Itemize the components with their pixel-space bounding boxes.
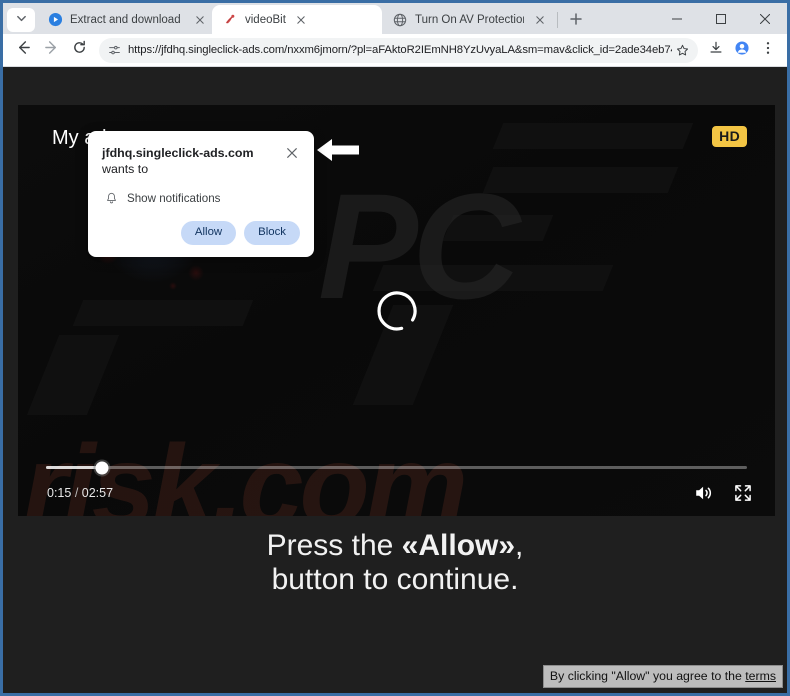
terms-bar: By clicking "Allow" you agree to the ter… — [542, 665, 783, 688]
site-settings-icon[interactable] — [104, 40, 124, 60]
globe-icon — [392, 12, 408, 28]
reload-icon — [72, 40, 87, 60]
forward-arrow-icon — [44, 40, 59, 60]
permission-item: Show notifications — [102, 191, 300, 205]
page-headline: Press the «Allow», button to continue. — [3, 529, 787, 597]
permission-origin: jfdhq.singleclick-ads.com — [102, 146, 254, 160]
downloads-button[interactable] — [703, 37, 729, 63]
forward-button[interactable] — [37, 36, 65, 64]
tab-close-button[interactable] — [531, 11, 548, 28]
window-controls — [655, 3, 787, 34]
volume-icon — [693, 482, 715, 509]
permission-title: jfdhq.singleclick-ads.com wants to — [102, 145, 278, 177]
loading-spinner-icon — [375, 289, 419, 333]
permission-header: jfdhq.singleclick-ads.com wants to — [102, 145, 300, 177]
progress-bar[interactable] — [46, 461, 747, 474]
progress-filled — [46, 466, 103, 469]
time-display: 0:15 / 02:57 — [47, 486, 113, 500]
allow-button[interactable]: Allow — [180, 221, 237, 246]
tab-title: Extract and download audio an — [70, 13, 184, 26]
reload-button[interactable] — [65, 36, 93, 64]
browser-window: Extract and download audio an videoBit — [0, 0, 790, 696]
permission-actions: Allow Block — [102, 221, 300, 246]
bell-icon — [104, 191, 118, 205]
terms-text: By clicking "Allow" you agree to the — [549, 669, 746, 683]
volume-button[interactable] — [693, 482, 715, 509]
fullscreen-icon — [733, 483, 753, 508]
permission-title-suffix: wants to — [102, 162, 149, 176]
headline-line-2: button to continue. — [271, 563, 519, 596]
headline-allow-emphasis: «Allow» — [401, 529, 516, 562]
close-button[interactable] — [743, 3, 787, 34]
play-circle-icon — [47, 12, 63, 28]
headline-line-1: Press the «Allow», — [3, 529, 787, 563]
fullscreen-button[interactable] — [733, 483, 753, 508]
headline-post: , — [515, 529, 524, 562]
notification-permission-dialog[interactable]: jfdhq.singleclick-ads.com wants to Show … — [88, 131, 314, 258]
chevron-down-icon — [16, 11, 27, 29]
address-bar[interactable]: https://jfdhq.singleclick-ads.com/nxxm6j… — [99, 37, 698, 63]
tab-title: videoBit — [245, 13, 286, 26]
block-button[interactable]: Block — [244, 221, 300, 246]
duration: 02:57 — [81, 486, 114, 500]
progress-handle[interactable] — [95, 461, 109, 474]
tab-title: Turn On AV Protection — [415, 13, 524, 26]
tab-extract-and-download-audio[interactable]: Extract and download audio an — [37, 5, 212, 34]
back-button[interactable] — [9, 36, 37, 64]
tab-close-button[interactable] — [191, 11, 208, 28]
page-content: PC risk.com My ad HD 0:15 / 02:57 Press … — [3, 67, 787, 693]
tab-turn-on-av-protection[interactable]: Turn On AV Protection — [382, 5, 552, 34]
profile-button[interactable] — [729, 37, 755, 63]
tab-strip: Extract and download audio an videoBit — [3, 3, 787, 34]
player-right-controls — [693, 482, 753, 509]
star-icon[interactable] — [672, 40, 692, 60]
maximize-button[interactable] — [699, 3, 743, 34]
minimize-button[interactable] — [655, 3, 699, 34]
terms-link[interactable]: terms — [745, 669, 776, 683]
tab-divider — [557, 12, 558, 28]
hd-quality-badge: HD — [712, 126, 747, 147]
back-arrow-icon — [16, 40, 31, 60]
profile-avatar-icon — [735, 40, 749, 60]
headline-pre: Press the — [266, 529, 402, 562]
tab-search-button[interactable] — [7, 8, 35, 32]
browser-menu-button[interactable] — [755, 37, 781, 63]
time-separator: / — [71, 486, 82, 500]
tab-close-button[interactable] — [293, 11, 310, 28]
current-time: 0:15 — [47, 486, 72, 500]
left-arrow-icon — [315, 135, 361, 165]
url-text: https://jfdhq.singleclick-ads.com/nxxm6j… — [128, 44, 672, 56]
download-icon — [709, 41, 723, 60]
permission-label: Show notifications — [127, 191, 221, 205]
browser-toolbar: https://jfdhq.singleclick-ads.com/nxxm6j… — [3, 34, 787, 67]
videobit-icon — [222, 12, 238, 28]
new-tab-button[interactable] — [563, 6, 589, 32]
permission-close-button[interactable] — [284, 146, 300, 162]
close-icon — [287, 145, 297, 163]
three-dot-menu-icon — [761, 41, 775, 60]
tab-videobit[interactable]: videoBit — [212, 5, 382, 34]
player-controls: 0:15 / 02:57 — [18, 444, 775, 516]
